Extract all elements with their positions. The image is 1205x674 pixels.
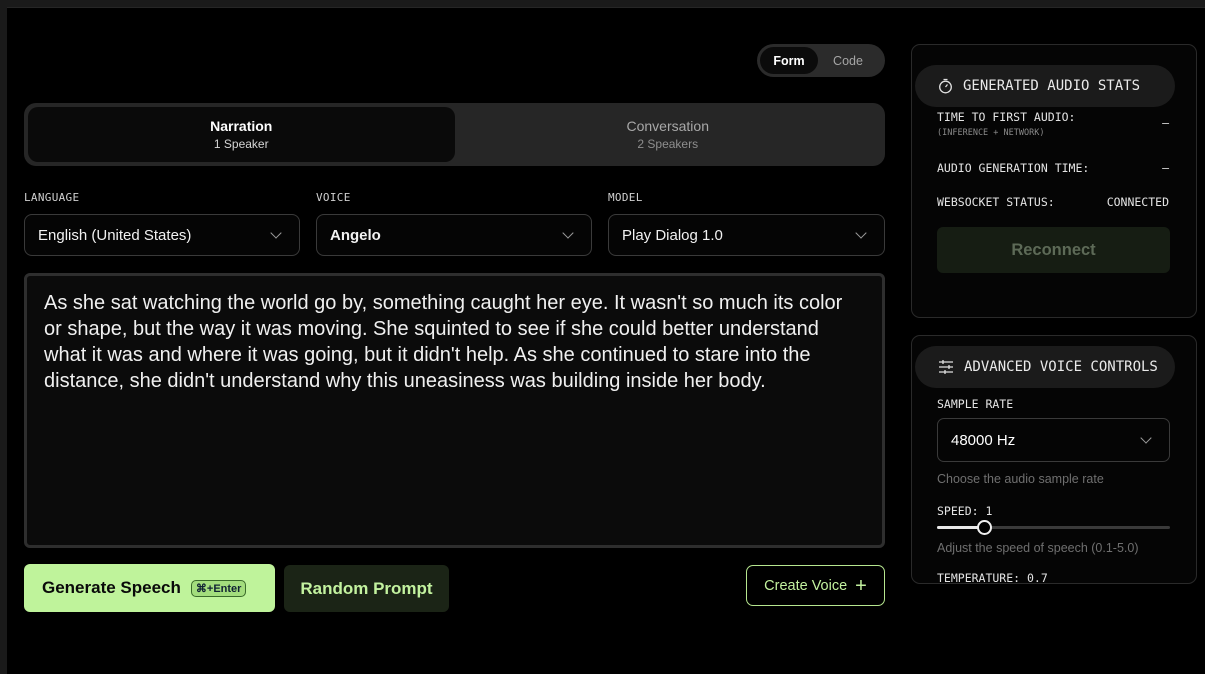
generation-time-value: – bbox=[1162, 161, 1169, 175]
model-select[interactable]: Play Dialog 1.0 bbox=[608, 214, 885, 256]
tab-narration[interactable]: Narration 1 Speaker bbox=[28, 107, 455, 162]
tab-narration-title: Narration bbox=[210, 118, 273, 134]
prompt-textarea[interactable]: As she sat watching the world go by, som… bbox=[24, 273, 885, 548]
websocket-status-label: WEBSOCKET STATUS: bbox=[937, 195, 1055, 209]
tab-narration-subtitle: 1 Speaker bbox=[213, 137, 269, 151]
time-to-first-audio-value: – bbox=[1162, 116, 1169, 130]
advanced-controls-panel: ADVANCED VOICE CONTROLS SAMPLE RATE 4800… bbox=[911, 335, 1197, 584]
tab-conversation-title: Conversation bbox=[626, 118, 710, 134]
generation-time-label: AUDIO GENERATION TIME: bbox=[937, 161, 1090, 175]
voice-value: Angelo bbox=[330, 226, 381, 244]
temperature-label: TEMPERATURE: 0.7 bbox=[937, 571, 1048, 584]
generate-speech-button[interactable]: Generate Speech ⌘+Enter bbox=[24, 564, 275, 612]
generate-speech-label: Generate Speech bbox=[42, 578, 181, 597]
stopwatch-icon bbox=[939, 78, 952, 94]
advanced-controls-header: ADVANCED VOICE CONTROLS bbox=[915, 346, 1175, 388]
speed-slider[interactable] bbox=[937, 520, 1170, 535]
audio-stats-header: GENERATED AUDIO STATS bbox=[915, 65, 1175, 107]
random-prompt-button[interactable]: Random Prompt bbox=[284, 565, 449, 612]
sample-rate-value: 48000 Hz bbox=[951, 431, 1016, 449]
code-mode-button[interactable]: Code bbox=[818, 47, 878, 74]
create-voice-label: Create Voice bbox=[764, 577, 848, 594]
sample-rate-select[interactable]: 48000 Hz bbox=[937, 418, 1170, 462]
time-to-first-audio-sublabel: (INFERENCE + NETWORK) bbox=[937, 128, 1045, 138]
shortcut-badge: ⌘+Enter bbox=[190, 579, 247, 597]
model-label: MODEL bbox=[608, 191, 643, 204]
language-select[interactable]: English (United States) bbox=[24, 214, 300, 256]
reconnect-button[interactable]: Reconnect bbox=[937, 227, 1170, 273]
websocket-status-value: CONNECTED bbox=[1106, 195, 1169, 209]
tab-conversation[interactable]: Conversation 2 Speakers bbox=[455, 107, 882, 162]
chevron-down-icon bbox=[562, 227, 574, 239]
chevron-down-icon bbox=[270, 227, 282, 239]
speed-label: SPEED: 1 bbox=[937, 504, 993, 518]
speaker-mode-tabs: Narration 1 Speaker Conversation 2 Speak… bbox=[24, 103, 885, 166]
generation-time-row: AUDIO GENERATION TIME: – bbox=[937, 161, 1169, 175]
plus-icon: + bbox=[855, 574, 867, 597]
websocket-status-row: WEBSOCKET STATUS: CONNECTED bbox=[937, 195, 1169, 209]
voice-select[interactable]: Angelo bbox=[316, 214, 592, 256]
advanced-controls-title: ADVANCED VOICE CONTROLS bbox=[964, 359, 1158, 375]
speed-hint: Adjust the speed of speech (0.1-5.0) bbox=[937, 541, 1139, 555]
chevron-down-icon bbox=[1140, 432, 1152, 444]
voice-label: VOICE bbox=[316, 191, 351, 204]
sample-rate-label: SAMPLE RATE bbox=[937, 397, 1014, 411]
form-mode-button[interactable]: Form bbox=[760, 47, 818, 74]
language-value: English (United States) bbox=[38, 226, 192, 244]
model-value: Play Dialog 1.0 bbox=[622, 226, 723, 244]
chevron-down-icon bbox=[855, 227, 867, 239]
sliders-icon bbox=[939, 360, 953, 374]
time-to-first-audio-row: TIME TO FIRST AUDIO: – bbox=[937, 110, 1169, 130]
language-label: LANGUAGE bbox=[24, 191, 80, 204]
create-voice-button[interactable]: Create Voice + bbox=[746, 565, 885, 606]
sample-rate-hint: Choose the audio sample rate bbox=[937, 472, 1104, 486]
tab-conversation-subtitle: 2 Speakers bbox=[637, 137, 699, 151]
speed-slider-knob[interactable] bbox=[977, 520, 993, 535]
time-to-first-audio-label: TIME TO FIRST AUDIO: bbox=[937, 110, 1076, 124]
audio-stats-title: GENERATED AUDIO STATS bbox=[963, 78, 1141, 94]
audio-stats-panel: GENERATED AUDIO STATS TIME TO FIRST AUDI… bbox=[911, 44, 1197, 318]
mode-toggle: Form Code bbox=[757, 44, 885, 77]
